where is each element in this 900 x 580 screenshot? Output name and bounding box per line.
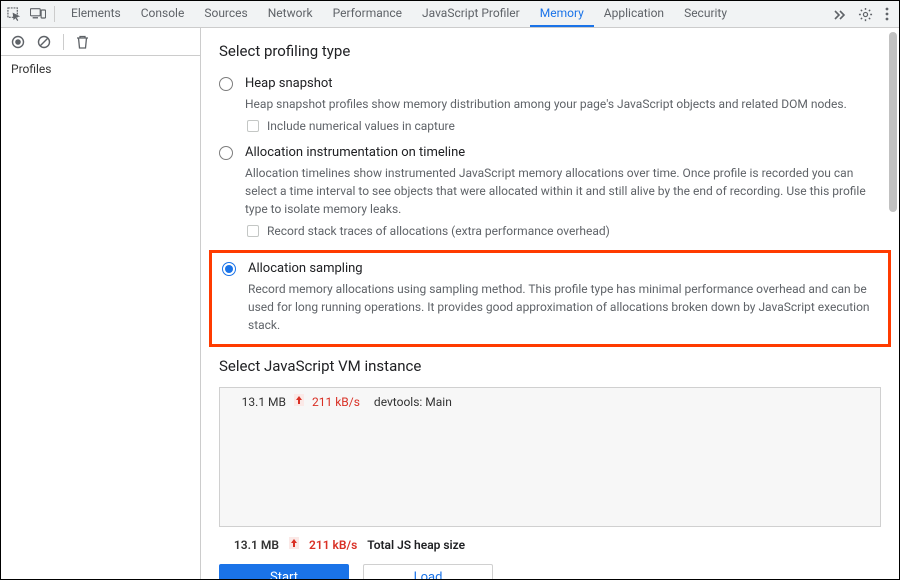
option-desc: Allocation timelines show instrumented J… — [245, 164, 881, 218]
sidebar-toolbar — [1, 28, 200, 56]
checkbox-label: Record stack traces of allocations (extr… — [267, 224, 610, 238]
vm-size: 13.1 MB — [230, 395, 286, 409]
summary-rate: 211 kB/s — [309, 538, 357, 552]
topbar-right-icons — [822, 1, 899, 27]
checkbox-label: Include numerical values in capture — [267, 119, 455, 133]
scrollbar-thumb[interactable] — [889, 32, 897, 212]
divider — [54, 6, 55, 22]
option-allocation-timeline[interactable]: Allocation instrumentation on timeline A… — [219, 141, 881, 246]
clear-icon[interactable] — [37, 35, 51, 49]
highlight-allocation-sampling: Allocation sampling Record memory alloca… — [209, 250, 891, 347]
vm-row[interactable]: 13.1 MB 211 kB/s devtools: Main — [230, 394, 870, 409]
checkbox-stack-traces[interactable]: Record stack traces of allocations (extr… — [245, 224, 881, 238]
devtools-tabbar: Elements Console Sources Network Perform… — [1, 1, 899, 28]
sidebar-section-profiles: Profiles — [1, 56, 200, 82]
kebab-menu-icon[interactable] — [885, 7, 889, 21]
option-title: Heap snapshot — [245, 76, 881, 91]
option-title: Allocation sampling — [248, 261, 878, 276]
option-allocation-sampling[interactable]: Allocation sampling Record memory alloca… — [222, 261, 878, 334]
radio-heap-snapshot[interactable] — [219, 77, 235, 93]
load-button[interactable]: Load — [363, 564, 493, 579]
profiling-type-heading: Select profiling type — [219, 42, 881, 60]
option-heap-snapshot[interactable]: Heap snapshot Heap snapshot profiles sho… — [219, 72, 881, 141]
vm-instance-list[interactable]: 13.1 MB 211 kB/s devtools: Main — [219, 387, 881, 527]
scrollbar[interactable] — [887, 28, 897, 577]
memory-panel-main: Select profiling type Heap snapshot Heap… — [201, 28, 899, 579]
tab-sources[interactable]: Sources — [194, 1, 257, 27]
panel-tabs: Elements Console Sources Network Perform… — [61, 1, 822, 27]
tab-application[interactable]: Application — [594, 1, 674, 27]
start-button[interactable]: Start — [219, 564, 349, 579]
option-title: Allocation instrumentation on timeline — [245, 145, 881, 160]
radio-allocation-timeline[interactable] — [219, 146, 235, 162]
option-desc: Record memory allocations using sampling… — [248, 280, 878, 334]
tab-performance[interactable]: Performance — [323, 1, 412, 27]
action-buttons: Start Load — [219, 564, 881, 579]
tab-console[interactable]: Console — [131, 1, 195, 27]
vm-summary: 13.1 MB 211 kB/s Total JS heap size — [219, 527, 881, 564]
vm-instance-heading: Select JavaScript VM instance — [219, 357, 881, 375]
radio-allocation-sampling[interactable] — [222, 262, 238, 278]
checkbox-icon[interactable] — [247, 225, 259, 237]
tab-elements[interactable]: Elements — [61, 1, 131, 27]
arrow-up-icon — [294, 394, 304, 409]
panel-body: Profiles Select profiling type Heap snap… — [1, 28, 899, 579]
divider — [63, 34, 64, 50]
tab-js-profiler[interactable]: JavaScript Profiler — [412, 1, 530, 27]
option-desc: Heap snapshot profiles show memory distr… — [245, 95, 881, 113]
summary-label: Total JS heap size — [367, 538, 465, 552]
inspect-element-icon[interactable] — [7, 7, 22, 22]
more-tabs-icon[interactable] — [832, 7, 846, 21]
tab-network[interactable]: Network — [258, 1, 323, 27]
device-toggle-icon[interactable] — [30, 7, 46, 21]
tab-security[interactable]: Security — [674, 1, 737, 27]
checkbox-icon[interactable] — [247, 120, 259, 132]
record-icon[interactable] — [11, 35, 25, 49]
profiles-sidebar: Profiles — [1, 28, 201, 579]
trash-icon[interactable] — [76, 35, 89, 49]
vm-name: devtools: Main — [374, 395, 452, 409]
vm-rate: 211 kB/s — [312, 395, 360, 409]
checkbox-include-numerical[interactable]: Include numerical values in capture — [245, 119, 881, 133]
summary-size: 13.1 MB — [223, 538, 279, 552]
topbar-left-icons — [7, 1, 61, 27]
gear-icon[interactable] — [858, 7, 873, 22]
arrow-up-icon — [289, 537, 299, 552]
tab-memory[interactable]: Memory — [530, 1, 594, 27]
